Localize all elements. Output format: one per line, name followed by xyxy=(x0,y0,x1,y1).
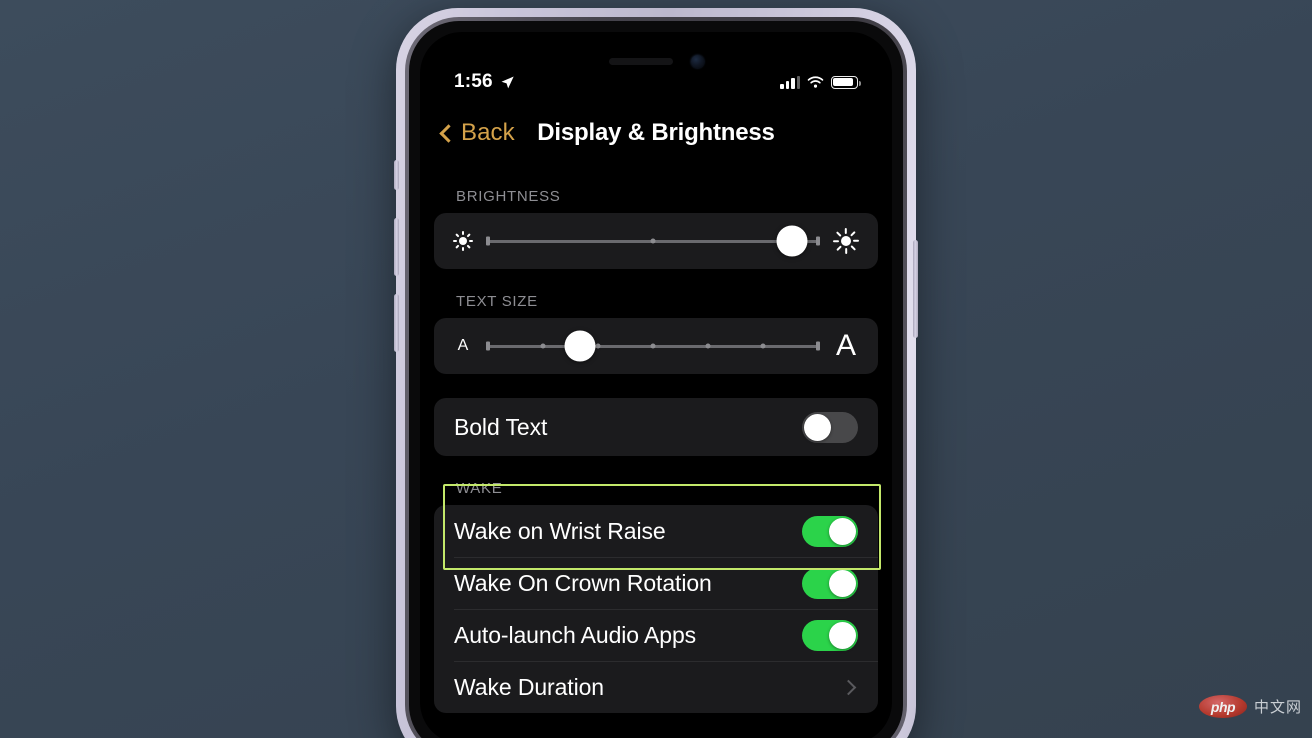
sun-small-icon xyxy=(452,230,474,252)
chevron-right-icon xyxy=(840,679,857,695)
status-bar: 1:56 xyxy=(420,68,892,96)
letter-a-small-icon: A xyxy=(457,337,469,354)
text-size-track[interactable] xyxy=(486,330,820,362)
toggle-wake-on-wrist-raise[interactable] xyxy=(802,515,858,547)
wake-group: Wake on Wrist Raise Wake On Crown Rotati… xyxy=(434,505,878,713)
phone-screen: 1:56 Back Display & Brightness BRIGHTNES… xyxy=(420,32,892,738)
speaker-grille xyxy=(608,57,673,65)
cellular-bars-icon xyxy=(780,75,800,89)
section-header-brightness: BRIGHTNESS xyxy=(456,188,561,205)
toggle-auto-launch-audio-apps[interactable] xyxy=(802,619,858,651)
bold-text-group: Bold Text xyxy=(434,398,878,456)
row-label-wake-on-wrist-raise: Wake on Wrist Raise xyxy=(454,517,666,544)
settings-content: BRIGHTNESS TEXT SIZE A A Bold Text WAKE … xyxy=(420,164,892,738)
text-size-slider-row[interactable]: A A xyxy=(434,318,878,374)
top-hardware-group xyxy=(420,50,892,72)
row-wake-duration[interactable]: Wake Duration xyxy=(434,661,878,713)
status-bar-right xyxy=(780,75,861,89)
text-size-slider-thumb[interactable] xyxy=(564,330,596,362)
front-camera xyxy=(690,54,704,68)
back-button-label: Back xyxy=(461,119,515,146)
row-label-wake-on-crown-rotation: Wake On Crown Rotation xyxy=(454,569,712,596)
mute-switch[interactable] xyxy=(394,160,399,190)
status-bar-left: 1:56 xyxy=(454,71,515,93)
row-label-auto-launch-audio-apps: Auto-launch Audio Apps xyxy=(454,621,697,648)
row-bold-text[interactable]: Bold Text xyxy=(434,398,878,456)
navigation-bar: Back Display & Brightness xyxy=(420,108,892,158)
row-label-wake-duration: Wake Duration xyxy=(454,673,604,700)
chevron-left-icon xyxy=(439,123,458,143)
toggle-bold-text[interactable] xyxy=(802,411,858,443)
letter-a-large-icon: A xyxy=(835,329,856,362)
volume-down-button[interactable] xyxy=(394,294,399,352)
back-button[interactable]: Back xyxy=(439,119,515,147)
sun-large-icon xyxy=(832,227,860,255)
watermark-text: 中文网 xyxy=(1253,699,1302,716)
location-arrow-icon xyxy=(501,76,514,88)
battery-icon xyxy=(831,75,861,89)
wifi-icon xyxy=(807,75,824,88)
toggle-wake-on-crown-rotation[interactable] xyxy=(802,567,858,599)
brightness-group xyxy=(434,213,878,269)
brightness-track[interactable] xyxy=(486,225,820,257)
volume-up-button[interactable] xyxy=(394,218,399,276)
watermark: php 中文网 xyxy=(1198,695,1302,718)
brightness-slider-row[interactable] xyxy=(434,213,878,269)
row-auto-launch-audio-apps[interactable]: Auto-launch Audio Apps xyxy=(434,609,878,661)
row-wake-on-wrist-raise[interactable]: Wake on Wrist Raise xyxy=(434,505,878,557)
section-header-text-size: TEXT SIZE xyxy=(456,293,538,310)
row-label-bold-text: Bold Text xyxy=(454,413,548,440)
section-header-wake: WAKE xyxy=(456,480,503,497)
watermark-logo: php xyxy=(1198,695,1247,718)
status-time: 1:56 xyxy=(454,71,493,92)
power-button[interactable] xyxy=(913,240,918,338)
brightness-slider-thumb[interactable] xyxy=(776,225,808,257)
row-wake-on-crown-rotation[interactable]: Wake On Crown Rotation xyxy=(434,557,878,609)
text-size-group: A A xyxy=(434,318,878,374)
phone-device: 1:56 Back Display & Brightness BRIGHTNES… xyxy=(394,8,918,738)
